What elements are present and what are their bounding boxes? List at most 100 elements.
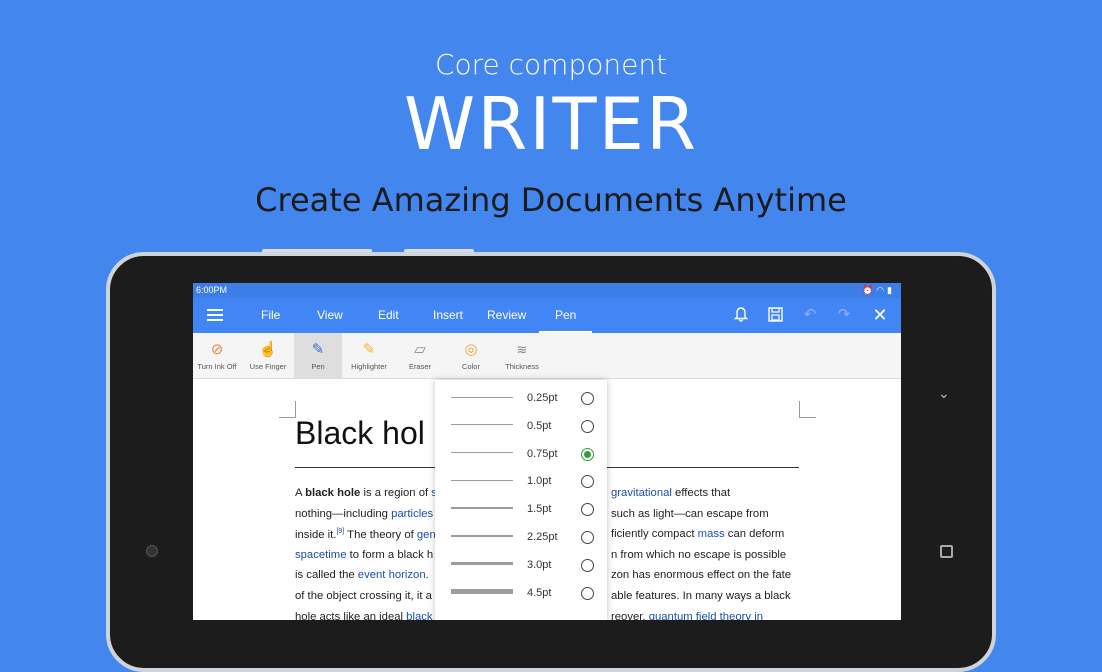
text-run: such as light—can escape from (611, 507, 769, 520)
tab-view[interactable]: View (317, 298, 343, 333)
tool-label: Turn Ink Off (197, 362, 237, 371)
tab-file[interactable]: File (261, 298, 280, 333)
tool-label: Highlighter (351, 362, 387, 371)
thickness-label: 3.0pt (527, 558, 552, 571)
text-run: inside it. (295, 528, 337, 541)
thickness-option[interactable]: 0.5pt (435, 413, 607, 441)
camera (146, 545, 158, 557)
hyperlink[interactable]: gravitational (611, 487, 672, 499)
tool-turn-ink-off[interactable]: ⊘ Turn Ink Off (193, 333, 241, 378)
hyperlink[interactable]: quantum field theory in (649, 611, 763, 620)
radio-button-icon[interactable] (581, 419, 594, 433)
app-screen: 6:00PM ⏰◠▮ File View Edit Insert Review Pen ↶… (193, 283, 901, 620)
thickness-preview-line (451, 424, 513, 426)
paragraph-line: zon has enormous effect on the fate (611, 569, 791, 581)
close-icon[interactable]: ✕ (872, 306, 888, 324)
paragraph-line: ficiently compact mass can deform (611, 528, 784, 540)
tab-review[interactable]: Review (487, 298, 526, 333)
thickness-preview-line (451, 396, 513, 398)
tool-color[interactable]: ◎ Color (447, 333, 495, 378)
pen-ribbon: ⊘ Turn Ink Off ☝ Use Finger ✎ Pen ✎ Highlighter… (193, 333, 901, 379)
thickness-preview-line (451, 507, 513, 510)
tab-edit[interactable]: Edit (378, 298, 399, 333)
thickness-option[interactable]: 1.0pt (435, 468, 607, 496)
tool-label: Use Finger (249, 362, 287, 371)
text-run: zon has enormous effect on the fate (611, 569, 792, 582)
thickness-label: 0.25pt (527, 392, 558, 404)
hero-title: WRITER (404, 82, 698, 166)
text-run: . (425, 569, 429, 582)
paragraph-line: gravitational effects that (611, 487, 730, 499)
tool-thickness[interactable]: ≋ Thickness (498, 333, 546, 378)
thickness-preview-line (451, 479, 513, 481)
bell-icon[interactable] (733, 307, 749, 323)
text-run: A (295, 487, 306, 499)
tab-pen[interactable]: Pen (538, 298, 593, 333)
thickness-option[interactable]: 0.25pt (435, 385, 607, 413)
tool-use-finger[interactable]: ☝ Use Finger (244, 333, 292, 378)
thickness-icon: ≋ (516, 342, 528, 357)
text-run: The theory of (344, 528, 417, 541)
redo-icon[interactable]: ↷ (836, 307, 852, 323)
radio-button-icon[interactable] (581, 475, 594, 489)
text-run: ficiently compact (611, 528, 698, 541)
tool-eraser[interactable]: ▱ Eraser (396, 333, 444, 378)
text-run: hole acts like an ideal (295, 610, 407, 620)
hero-tagline: Create Amazing Documents Anytime (255, 181, 847, 219)
radio-button-icon[interactable] (581, 586, 594, 600)
radio-button-icon[interactable] (581, 392, 594, 405)
tool-pen[interactable]: ✎ Pen (294, 333, 342, 378)
hyperlink[interactable]: event horizon (358, 569, 426, 581)
menu-bar: File View Edit Insert Review Pen ↶ ↷ ✕ (193, 298, 901, 333)
battery-icon: ▮ (887, 285, 895, 295)
hamburger-menu-icon[interactable] (207, 309, 223, 321)
thickness-option[interactable]: 4.5pt (435, 580, 607, 608)
paragraph-line: reover, quantum field theory in (611, 611, 763, 620)
tab-insert[interactable]: Insert (433, 298, 463, 333)
text-run: black hole (305, 487, 361, 499)
hyperlink[interactable]: spacetime (295, 549, 347, 561)
page-corner-mark (279, 401, 296, 418)
page-corner-mark (799, 401, 816, 418)
thickness-label: 0.5pt (527, 419, 552, 432)
thickness-option[interactable]: 2.25pt (435, 524, 607, 552)
text-run: reover, (611, 610, 649, 620)
wifi-icon: ◠ (876, 285, 888, 295)
tool-highlighter[interactable]: ✎ Highlighter (345, 333, 393, 378)
hyperlink[interactable]: mass (698, 528, 725, 540)
thickness-label: 1.5pt (527, 503, 552, 516)
hyperlink[interactable]: particles (391, 508, 433, 520)
alarm-icon: ⏰ (861, 285, 877, 295)
paragraph-line: of the object crossing it, it a (295, 590, 432, 602)
paragraph-line: such as light—can escape from (611, 508, 769, 520)
thickness-option[interactable]: 1.5pt (435, 496, 607, 524)
thickness-label: 0.75pt (527, 447, 558, 460)
radio-button-icon[interactable] (581, 531, 594, 544)
radio-button-icon[interactable] (581, 503, 594, 517)
tool-label: Pen (311, 362, 325, 371)
paragraph-line: is called the event horizon. (295, 569, 429, 581)
hyperlink[interactable]: gen (417, 529, 436, 541)
radio-button-icon[interactable] (581, 447, 594, 461)
text-run: n from which no escape is possible (611, 548, 787, 561)
hero-subtitle: Core component (434, 48, 668, 81)
text-run: nothing—including (295, 507, 392, 520)
text-run: of the object crossing it, it a (295, 590, 432, 602)
text-run: is called the (295, 569, 358, 582)
document-heading: Black hol (295, 415, 425, 451)
hyperlink[interactable]: black (406, 611, 432, 620)
radio-button-icon[interactable] (581, 558, 594, 572)
paragraph-line: inside it.[9] The theory of gen (295, 528, 436, 541)
thickness-label: 4.5pt (527, 586, 552, 599)
highlighter-icon: ✎ (362, 341, 376, 358)
tool-label: Thickness (505, 362, 539, 371)
save-icon[interactable] (767, 307, 783, 323)
paragraph-line: A black hole is a region of s (295, 487, 437, 499)
tool-label: Color (462, 362, 480, 371)
thickness-option[interactable]: 3.0pt (435, 552, 607, 580)
paragraph-line: spacetime to form a black h (295, 549, 433, 561)
text-run: is a region of (360, 487, 432, 499)
thickness-option[interactable]: 0.75pt (435, 441, 607, 469)
finger-icon: ☝ (258, 341, 278, 358)
undo-icon[interactable]: ↶ (802, 307, 818, 323)
